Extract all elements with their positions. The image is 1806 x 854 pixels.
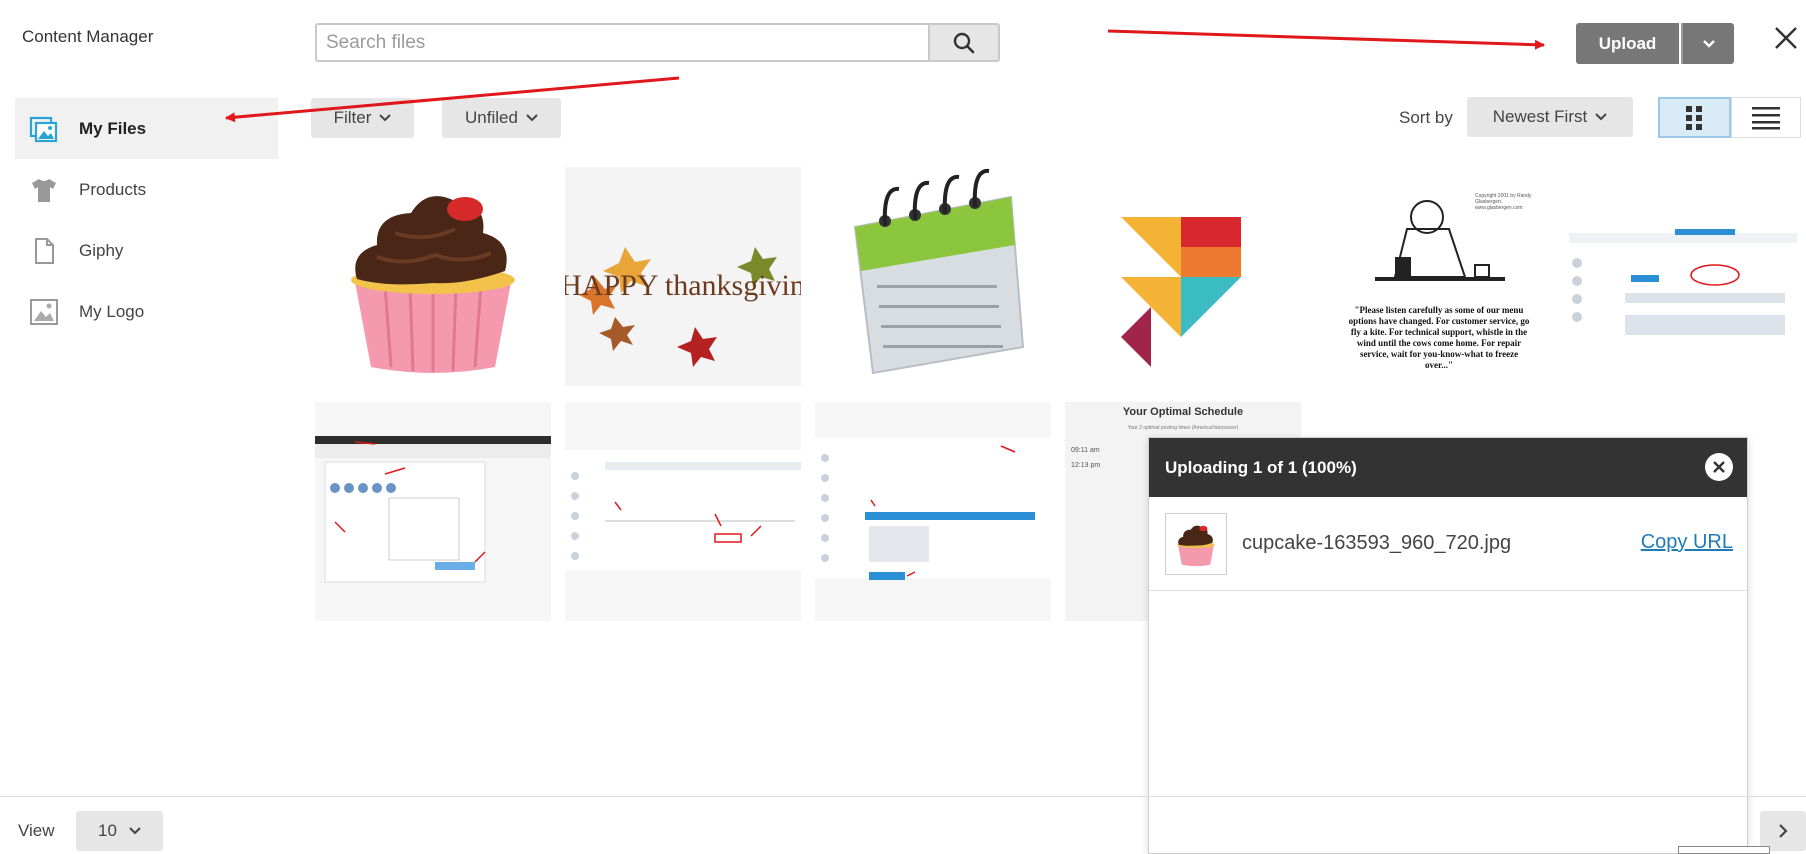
sort-by-label: Sort by	[1399, 108, 1453, 127]
upload-options-button[interactable]	[1681, 23, 1734, 64]
file-tile-calendar[interactable]	[815, 167, 1051, 386]
calendar-thumbnail	[815, 167, 1051, 386]
thanksgiving-thumbnail: HAPPY thanksgiving	[565, 167, 801, 386]
logo-thumbnail	[1065, 167, 1301, 386]
screenshot-thumbnail	[315, 402, 551, 621]
cartoon-caption: "Please listen carefully as some of our …	[1348, 305, 1530, 370]
file-tile-buffer-3[interactable]	[565, 402, 801, 621]
app-title: Content Manager	[22, 27, 154, 46]
upload-progress-panel: Uploading 1 of 1 (100%) cupcake-163593_9…	[1148, 437, 1748, 854]
per-page-select[interactable]: 10	[76, 811, 163, 851]
grid-view-button[interactable]	[1658, 97, 1731, 138]
per-page-value: 10	[98, 821, 117, 840]
buffer-posts-thumbnail	[565, 402, 801, 621]
sort-value: Newest First	[1492, 107, 1588, 126]
search-button[interactable]	[928, 25, 998, 60]
thanksgiving-caption: HAPPY thanksgiving	[565, 269, 801, 302]
sidebar: My Files Products Giphy My Logo	[15, 98, 278, 342]
chevron-down-icon	[526, 114, 538, 122]
annotation-arrow-upload	[1107, 29, 1545, 50]
image-icon	[29, 297, 59, 327]
close-icon	[1713, 461, 1725, 473]
upload-panel-header: Uploading 1 of 1 (100%)	[1149, 438, 1747, 497]
chevron-down-icon	[129, 827, 141, 835]
file-tile-buffer-1[interactable]	[1565, 167, 1801, 386]
cupcake-thumbnail	[315, 167, 551, 386]
schedule-subtitle: Your 2 optimal posting times (America/Va…	[1127, 425, 1239, 431]
upload-file-name: cupcake-163593_960_720.jpg	[1242, 532, 1512, 554]
images-icon	[29, 114, 59, 144]
sidebar-item-label: My Files	[79, 118, 147, 138]
upload-file-row: cupcake-163593_960_720.jpg Copy URL	[1149, 497, 1747, 591]
file-tile-cartoon[interactable]: Copyright 2001 by Randy Glasbergen. www.…	[1315, 167, 1551, 386]
upload-status: Uploading 1 of 1 (100%)	[1165, 457, 1357, 477]
upload-file-thumbnail	[1165, 512, 1227, 575]
sidebar-item-my-logo[interactable]: My Logo	[15, 281, 278, 342]
filter-label: Filter	[333, 108, 372, 127]
close-icon[interactable]	[1772, 24, 1800, 52]
list-view-button[interactable]	[1730, 97, 1801, 138]
schedule-title: Your Optimal Schedule	[1122, 406, 1244, 418]
sidebar-item-label: My Logo	[79, 301, 145, 321]
tshirt-icon	[29, 175, 59, 205]
view-label: View	[18, 821, 55, 840]
buffer-screenshot-thumbnail	[1565, 167, 1801, 386]
sidebar-item-products[interactable]: Products	[15, 159, 278, 220]
sidebar-item-label: Products	[79, 179, 147, 199]
close-upload-panel-button[interactable]	[1705, 453, 1733, 481]
search-input[interactable]	[317, 25, 928, 60]
chevron-down-icon	[1702, 39, 1715, 48]
schedule-screenshot-thumbnail	[815, 402, 1051, 621]
next-page-button[interactable]	[1760, 811, 1806, 851]
unfiled-label: Unfiled	[465, 108, 518, 127]
filter-dropdown[interactable]: Filter	[311, 98, 414, 138]
sidebar-item-my-files[interactable]: My Files	[15, 98, 278, 159]
sidebar-item-label: Giphy	[79, 240, 124, 260]
view-toggle	[1658, 97, 1801, 138]
unfiled-dropdown[interactable]: Unfiled	[442, 98, 561, 138]
document-icon	[29, 236, 59, 266]
file-tile-logo[interactable]	[1065, 167, 1301, 386]
search-icon	[953, 32, 975, 53]
file-tile-thanksgiving[interactable]: HAPPY thanksgiving	[565, 167, 801, 386]
schedule-time-2: 12:13 pm	[1071, 462, 1101, 469]
chevron-down-icon	[379, 114, 392, 122]
pager-bar: View 10	[0, 796, 1806, 854]
file-tile-screenshot-2[interactable]	[315, 402, 551, 621]
grid-icon	[1686, 105, 1703, 130]
copy-url-link[interactable]: Copy URL	[1641, 531, 1733, 554]
chevron-right-icon	[1779, 824, 1788, 838]
coordinate-tag	[1678, 846, 1770, 854]
list-icon	[1751, 106, 1780, 129]
upload-button-group: Upload	[1576, 23, 1734, 64]
file-tile-cupcake[interactable]	[315, 167, 551, 386]
schedule-time-1: 09:11 am	[1071, 447, 1100, 454]
cartoon-credit: Copyright 2001 by Randy Glasbergen. www.…	[1475, 193, 1532, 211]
cupcake-thumbnail	[1177, 525, 1215, 566]
upload-button[interactable]: Upload	[1576, 23, 1679, 64]
chevron-down-icon	[1595, 113, 1607, 121]
file-tile-schedule[interactable]	[815, 402, 1051, 621]
sidebar-item-giphy[interactable]: Giphy	[15, 220, 278, 281]
search-bar	[315, 23, 1000, 62]
sort-dropdown[interactable]: Newest First	[1467, 97, 1633, 137]
